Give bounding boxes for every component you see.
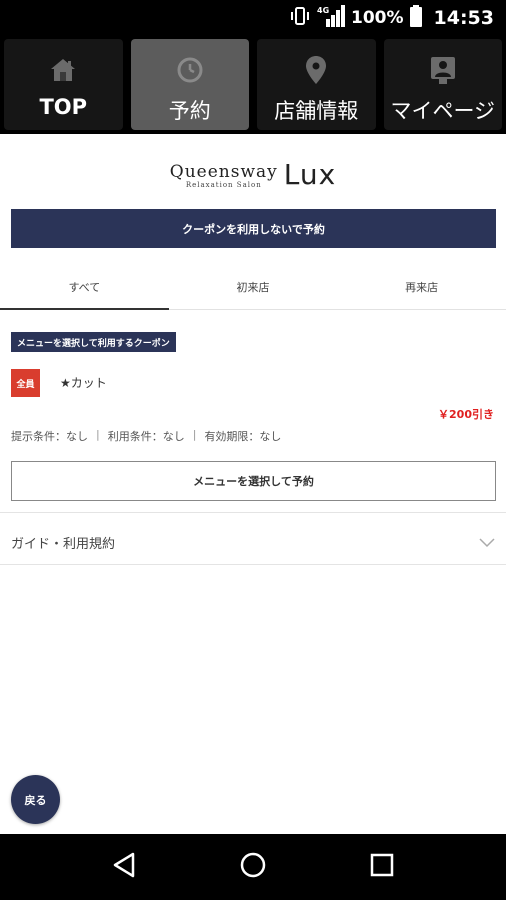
coupon-price: ￥200引き (438, 408, 494, 421)
section-divider (0, 512, 506, 513)
profile-icon (428, 55, 458, 85)
chevron-down-icon (479, 533, 495, 552)
home-icon (48, 55, 78, 85)
logo-name: Queensway (169, 162, 278, 182)
select-menu-reserve-button[interactable]: メニューを選択して予約 (11, 461, 496, 501)
nav-tab-store-info[interactable]: 店舗情報 (257, 39, 376, 130)
tab-all[interactable]: すべて (0, 264, 169, 310)
coupon-filter-tabs: すべて 初来店 再来店 (0, 264, 506, 310)
back-button[interactable]: 戻る (11, 775, 60, 824)
nav-tab-label: 予約 (168, 99, 211, 123)
condition-separator: | (96, 428, 100, 441)
vibrate-icon (289, 6, 311, 30)
expiry-condition: 有効期限：なし (204, 430, 282, 443)
logo-subtitle: Relaxation Salon (185, 181, 262, 189)
logo-suffix: Lux (283, 158, 337, 191)
coupon-type-badge: メニューを選択して利用するクーポン (11, 332, 176, 352)
clock-time: 14:53 (433, 7, 494, 29)
android-home-button[interactable] (233, 847, 273, 887)
guide-terms-accordion[interactable]: ガイド・利用規約 (0, 520, 506, 565)
status-bar: 4G 100% 14:53 (0, 0, 506, 36)
status-bar-right: 4G 100% 14:53 (289, 0, 494, 36)
coupon-target-tag: 全員 (11, 369, 40, 397)
triangle-back-icon (112, 852, 136, 882)
salon-logo: Queensway Relaxation Salon Lux (0, 150, 506, 190)
coupon-conditions: 提示条件：なし | 利用条件：なし | 有効期限：なし (11, 428, 281, 444)
usage-condition: 利用条件：なし (107, 430, 185, 443)
nav-tab-label: マイページ (390, 99, 496, 123)
nav-tab-label: 店舗情報 (274, 99, 359, 123)
nav-tab-top[interactable]: TOP (4, 39, 123, 130)
coupon-name: ★カット (60, 376, 107, 390)
circle-home-icon (240, 852, 266, 882)
square-recents-icon (370, 853, 394, 881)
nav-tab-reserve[interactable]: 予約 (130, 39, 249, 130)
logo-wordmark: Queensway Relaxation Salon (170, 163, 278, 190)
signal-icon: 4G (317, 5, 345, 31)
reserve-without-coupon-button[interactable]: クーポンを利用しないで予約 (11, 209, 496, 248)
nav-tab-label: TOP (39, 95, 88, 119)
display-condition: 提示条件：なし (11, 430, 88, 443)
tab-first-visit[interactable]: 初来店 (169, 264, 338, 309)
android-recents-button[interactable] (362, 847, 402, 887)
battery-percent: 100% (350, 8, 404, 28)
condition-separator: | (192, 428, 197, 441)
android-back-button[interactable] (104, 847, 144, 887)
android-nav-bar (0, 834, 506, 900)
main-nav: TOP 予約 店舗情報 マイページ (0, 36, 506, 134)
network-type: 4G (317, 6, 329, 15)
tab-repeat-visit[interactable]: 再来店 (337, 264, 506, 309)
guide-terms-label: ガイド・利用規約 (11, 536, 116, 552)
clock-icon (175, 55, 205, 85)
nav-tab-mypage[interactable]: マイページ (383, 39, 502, 130)
battery-icon (409, 5, 422, 31)
map-pin-icon (301, 55, 331, 85)
